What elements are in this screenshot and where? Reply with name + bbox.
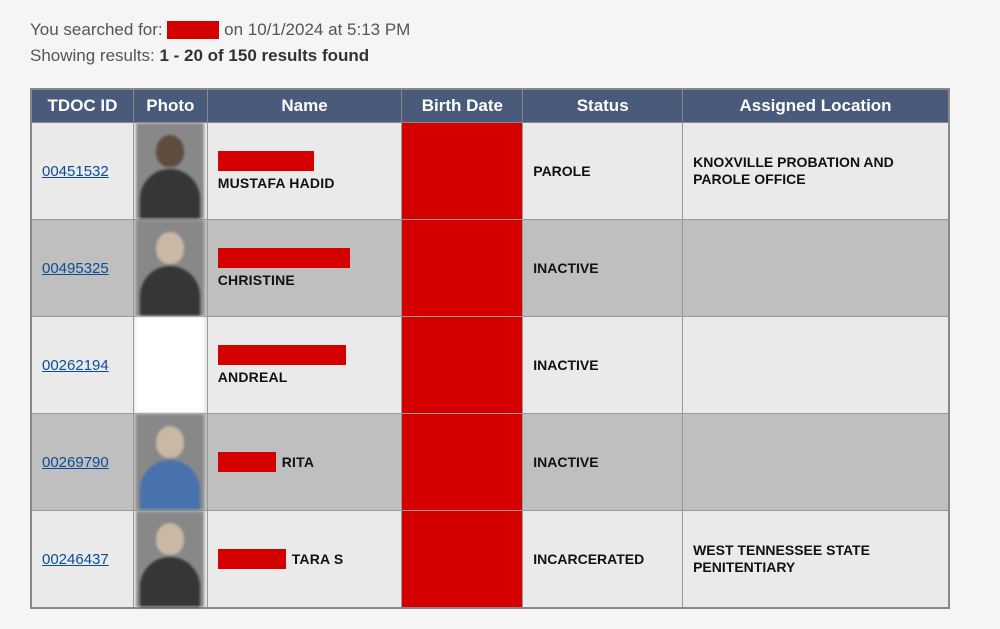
results-table: TDOC ID Photo Name Birth Date Status Ass… (30, 88, 950, 609)
mugshot-photo (136, 511, 204, 607)
table-row: 00269790 RITA INACTIVE (31, 414, 949, 511)
mugshot-photo (136, 414, 204, 510)
birth-date-redacted (402, 123, 522, 219)
tdoc-id-link[interactable]: 00262194 (42, 357, 109, 374)
table-row: 00262194 ANDREAL INACTIVE (31, 317, 949, 414)
table-row: 00246437 TARA S INCARCERATED WEST TENNESSEE… (31, 511, 949, 609)
search-time: 5:13 PM (347, 20, 410, 39)
status-text: INACTIVE (533, 357, 598, 373)
table-row: 00495325 CHRISTINE INACTIVE (31, 220, 949, 317)
mugshot-photo (136, 123, 204, 219)
col-header-location: Assigned Location (683, 89, 949, 123)
status-text: INCARCERATED (533, 551, 644, 567)
location-text: WEST TENNESSEE STATE PENITENTIARY (693, 542, 870, 575)
name-redacted-bar (218, 549, 286, 569)
name-redacted-bar (218, 248, 350, 268)
tdoc-id-link[interactable]: 00451532 (42, 163, 109, 180)
name-text: RITA (282, 454, 314, 470)
mugshot-photo (136, 220, 204, 316)
status-text: PAROLE (533, 163, 590, 179)
col-header-birth: Birth Date (402, 89, 523, 123)
search-header: You searched for: on 10/1/2024 at 5:13 P… (30, 20, 970, 40)
name-text: TARA S (292, 551, 344, 567)
search-prefix: You searched for: (30, 20, 163, 39)
birth-date-redacted (402, 414, 522, 510)
col-header-id: TDOC ID (31, 89, 133, 123)
col-header-name: Name (207, 89, 402, 123)
tdoc-id-link[interactable]: 00269790 (42, 454, 109, 471)
mugshot-photo (136, 317, 204, 413)
name-redacted-bar (218, 345, 346, 365)
table-header-row: TDOC ID Photo Name Birth Date Status Ass… (31, 89, 949, 123)
search-at: at (323, 20, 347, 39)
birth-date-redacted (402, 220, 522, 316)
birth-date-redacted (402, 317, 522, 413)
status-text: INACTIVE (533, 260, 598, 276)
search-term-redacted (167, 21, 219, 39)
name-text: MUSTAFA HADID (218, 175, 392, 191)
col-header-status: Status (523, 89, 683, 123)
name-text: ANDREAL (218, 369, 392, 385)
tdoc-id-link[interactable]: 00246437 (42, 551, 109, 568)
results-prefix: Showing results: (30, 46, 159, 65)
name-text: CHRISTINE (218, 272, 392, 288)
tdoc-id-link[interactable]: 00495325 (42, 260, 109, 277)
search-on: on (224, 20, 248, 39)
name-redacted-bar (218, 151, 314, 171)
birth-date-redacted (402, 511, 522, 607)
search-date: 10/1/2024 (248, 20, 324, 39)
name-redacted-bar (218, 452, 276, 472)
results-summary: Showing results: 1 - 20 of 150 results f… (30, 46, 970, 66)
col-header-photo: Photo (133, 89, 207, 123)
table-row: 00451532 MUSTAFA HADID PAROLE KNOXVILLE PRO… (31, 123, 949, 220)
status-text: INACTIVE (533, 454, 598, 470)
results-range: 1 - 20 of 150 results found (159, 46, 369, 65)
location-text: KNOXVILLE PROBATION AND PAROLE OFFICE (693, 154, 894, 187)
